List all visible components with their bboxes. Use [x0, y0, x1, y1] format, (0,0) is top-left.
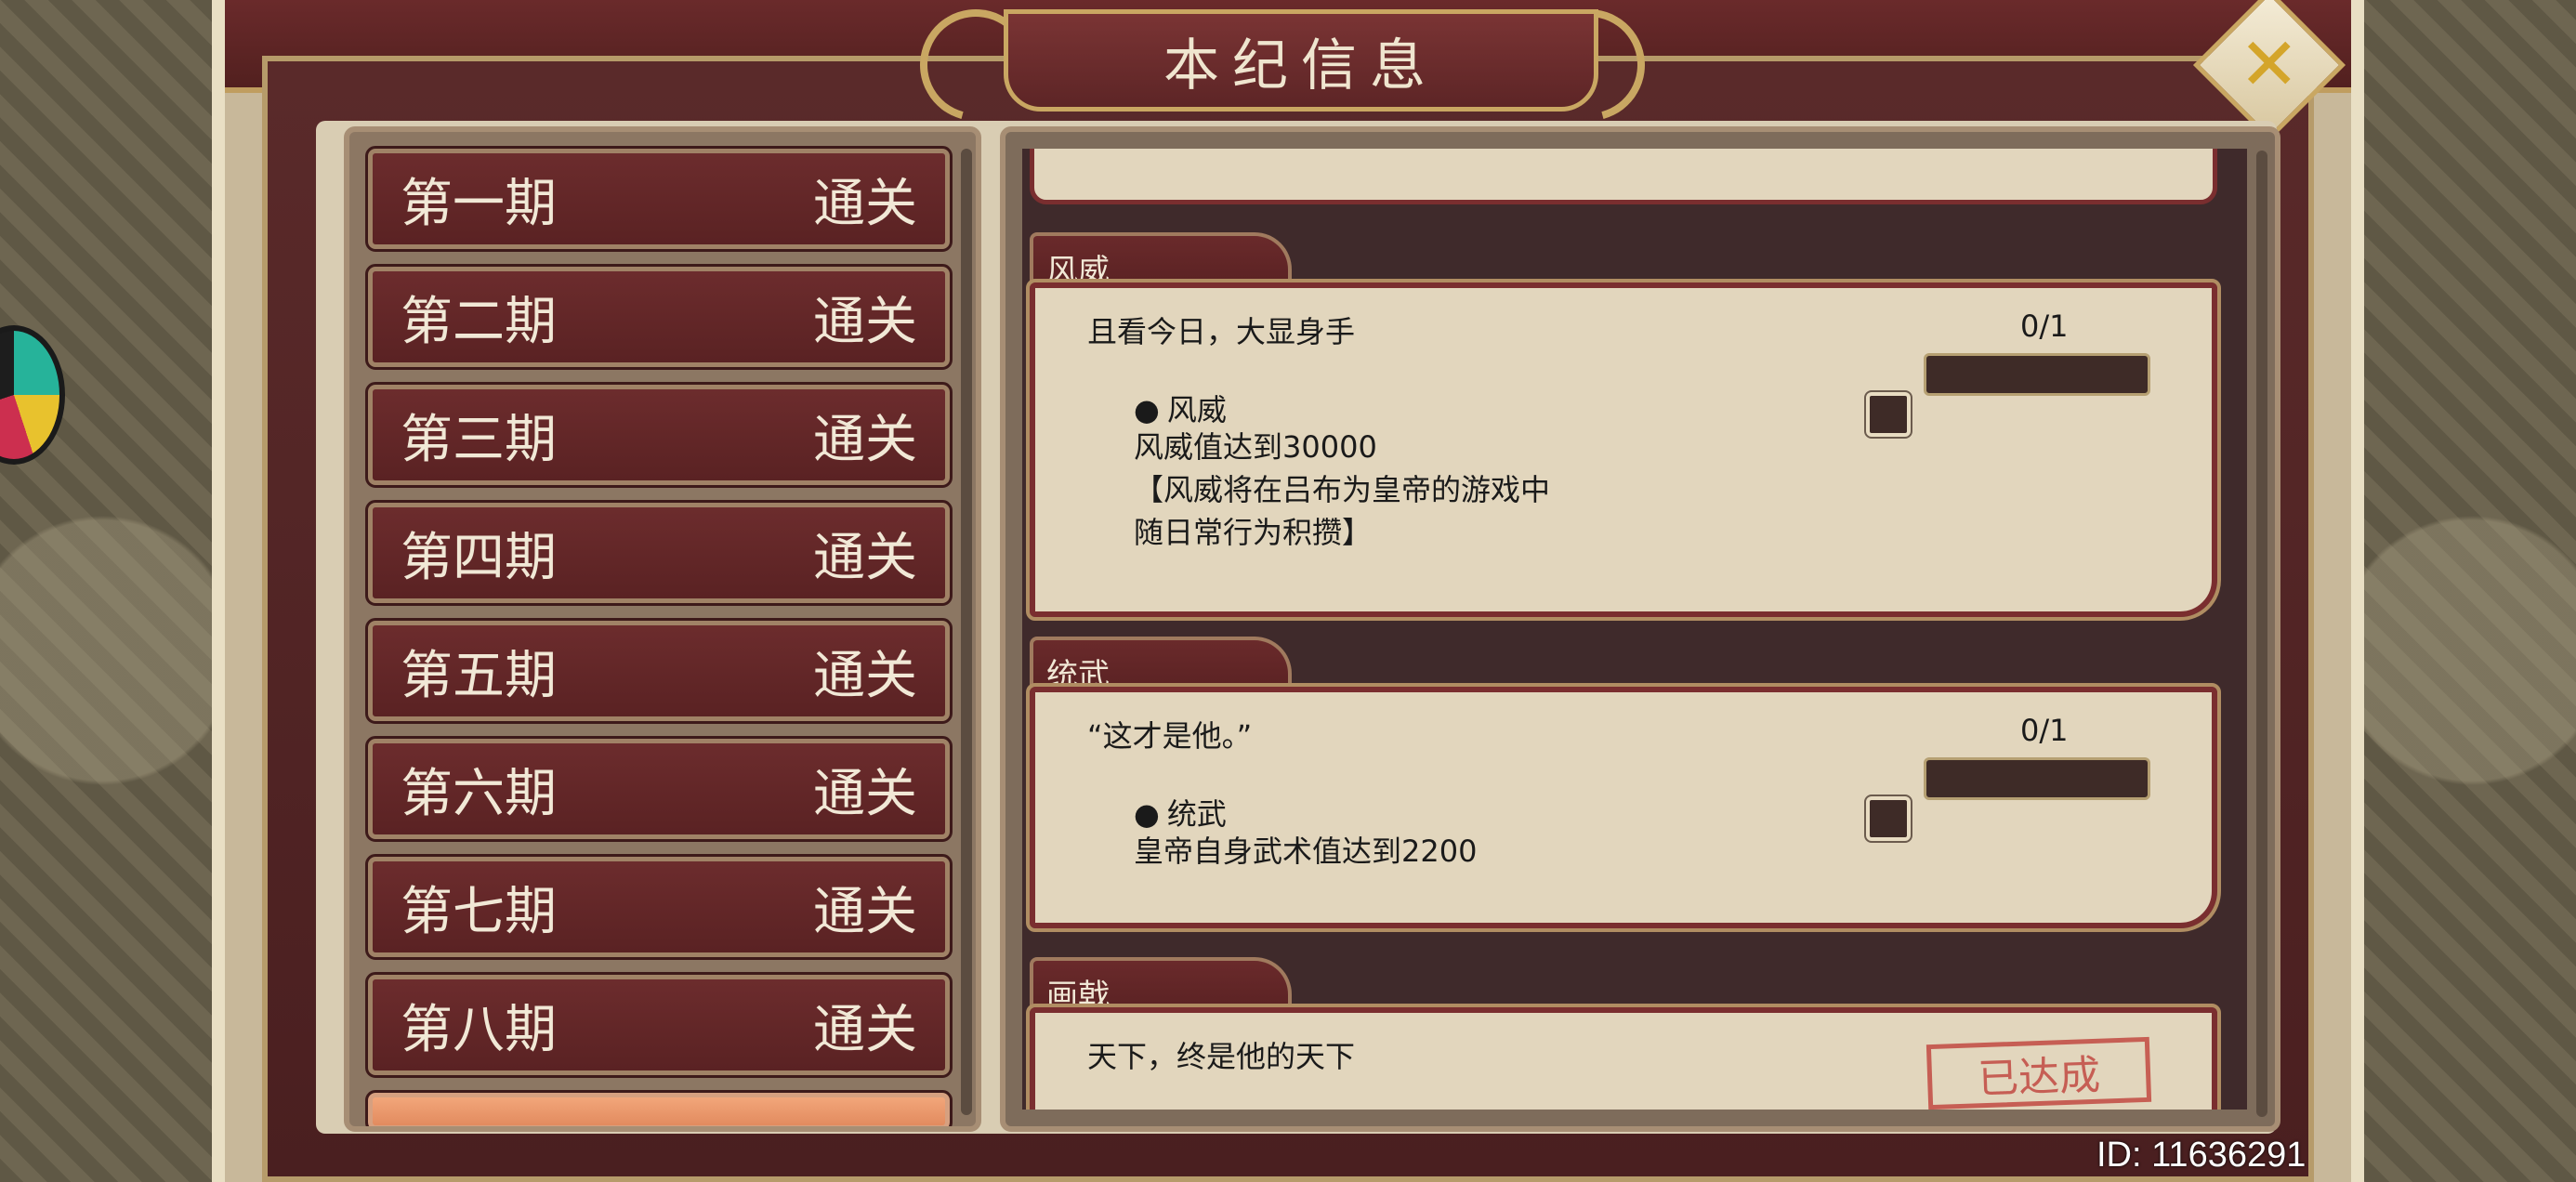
achievement-quote: 且看今日，大显身手	[1087, 314, 1356, 349]
list-item-name: 第二期	[401, 291, 557, 352]
list-item-name: 第五期	[401, 645, 557, 706]
achievement-card: 天下，终是他的天下 已达成	[1026, 1004, 2221, 1110]
list-item-period-5[interactable]: 第五期 通关	[365, 618, 953, 724]
requirement-label: 统武	[1166, 796, 1227, 832]
detail-scroll-area[interactable]: 风威 且看今日，大显身手 0/1 ● 风威 风威值达到30000 【风威将在吕布为…	[1022, 149, 2247, 1110]
requirement-title: ● 统武	[1134, 791, 1227, 834]
achievement-section-fengwei: 风威 且看今日，大显身手 0/1 ● 风威 风威值达到30000 【风威将在吕布为…	[1026, 232, 2221, 623]
achievement-section-huaji: 画戟 天下，终是他的天下 已达成	[1026, 957, 2221, 1110]
list-item-period-8[interactable]: 第八期 通关	[365, 972, 953, 1078]
bullet-icon: ●	[1134, 796, 1160, 832]
list-item-status: 通关	[813, 291, 917, 352]
achievement-quote: 天下，终是他的天下	[1087, 1039, 1356, 1074]
progress-bar	[1924, 757, 2150, 800]
list-item-period-1[interactable]: 第一期 通关	[365, 146, 953, 252]
completed-stamp: 已达成	[1925, 1036, 2152, 1110]
progress-count: 0/1	[2020, 713, 2069, 748]
section-tab: 统武	[1030, 637, 1292, 694]
close-icon: ✕	[2239, 22, 2300, 107]
list-item-selected-partial[interactable]	[365, 1090, 953, 1126]
list-item-name: 第七期	[401, 881, 557, 942]
requirement-checkbox[interactable]	[1864, 390, 1912, 439]
title-plaque: 本纪信息	[1004, 9, 1598, 112]
list-item-period-3[interactable]: 第三期 通关	[365, 382, 953, 488]
achievement-quote: “这才是他。”	[1087, 718, 1253, 754]
list-item-name: 第三期	[401, 409, 557, 470]
section-tab: 风威	[1030, 232, 1292, 290]
list-item-status: 通关	[813, 645, 917, 706]
list-item-status: 通关	[813, 881, 917, 942]
list-item-status: 通关	[813, 999, 917, 1060]
section-tab: 画戟	[1030, 957, 1292, 1015]
user-id-label: ID: 11636291	[2096, 1136, 2307, 1175]
requirement-label: 风威	[1166, 392, 1227, 427]
list-item-name: 第四期	[401, 527, 557, 588]
requirement-title: ● 风威	[1134, 387, 1227, 429]
progress-bar	[1924, 353, 2150, 396]
list-scrollbar[interactable]	[961, 149, 972, 1115]
list-item-status: 通关	[813, 173, 917, 234]
bullet-icon: ●	[1134, 392, 1160, 427]
list-item-name: 第八期	[401, 999, 557, 1060]
achievement-card: 且看今日，大显身手 0/1 ● 风威 风威值达到30000 【风威将在吕布为皇帝的…	[1026, 279, 2221, 621]
page-title: 本纪信息	[1163, 33, 1439, 98]
list-item-name: 第六期	[401, 763, 557, 824]
list-item-status: 通关	[813, 527, 917, 588]
requirement-description: 风威值达到30000 【风威将在吕布为皇帝的游戏中 随日常行为积攒】	[1134, 429, 1551, 550]
period-list[interactable]: 第一期 通关 第二期 通关 第三期 通关 第四期 通关 第五期 通关 第六期 通…	[344, 126, 981, 1132]
progress-count: 0/1	[2020, 309, 2069, 344]
achievement-card: “这才是他。” 0/1 ● 统武 皇帝自身武术值达到2200	[1026, 683, 2221, 932]
detail-panel[interactable]: 风威 且看今日，大显身手 0/1 ● 风威 风威值达到30000 【风威将在吕布为…	[1000, 126, 2280, 1132]
list-item-period-7[interactable]: 第七期 通关	[365, 854, 953, 960]
list-item-name: 第一期	[401, 173, 557, 234]
list-item-period-2[interactable]: 第二期 通关	[365, 264, 953, 370]
requirement-checkbox[interactable]	[1864, 795, 1912, 843]
detail-scrollbar[interactable]	[2256, 151, 2267, 1117]
list-item-period-4[interactable]: 第四期 通关	[365, 500, 953, 606]
achievement-section-tongwu: 统武 “这才是他。” 0/1 ● 统武 皇帝自身武术值达到2200	[1026, 637, 2221, 943]
previous-card-bottom	[1030, 149, 2217, 204]
list-item-status: 通关	[813, 763, 917, 824]
list-item-status: 通关	[813, 409, 917, 470]
requirement-description: 皇帝自身武术值达到2200	[1134, 834, 1478, 869]
list-item-period-6[interactable]: 第六期 通关	[365, 736, 953, 842]
